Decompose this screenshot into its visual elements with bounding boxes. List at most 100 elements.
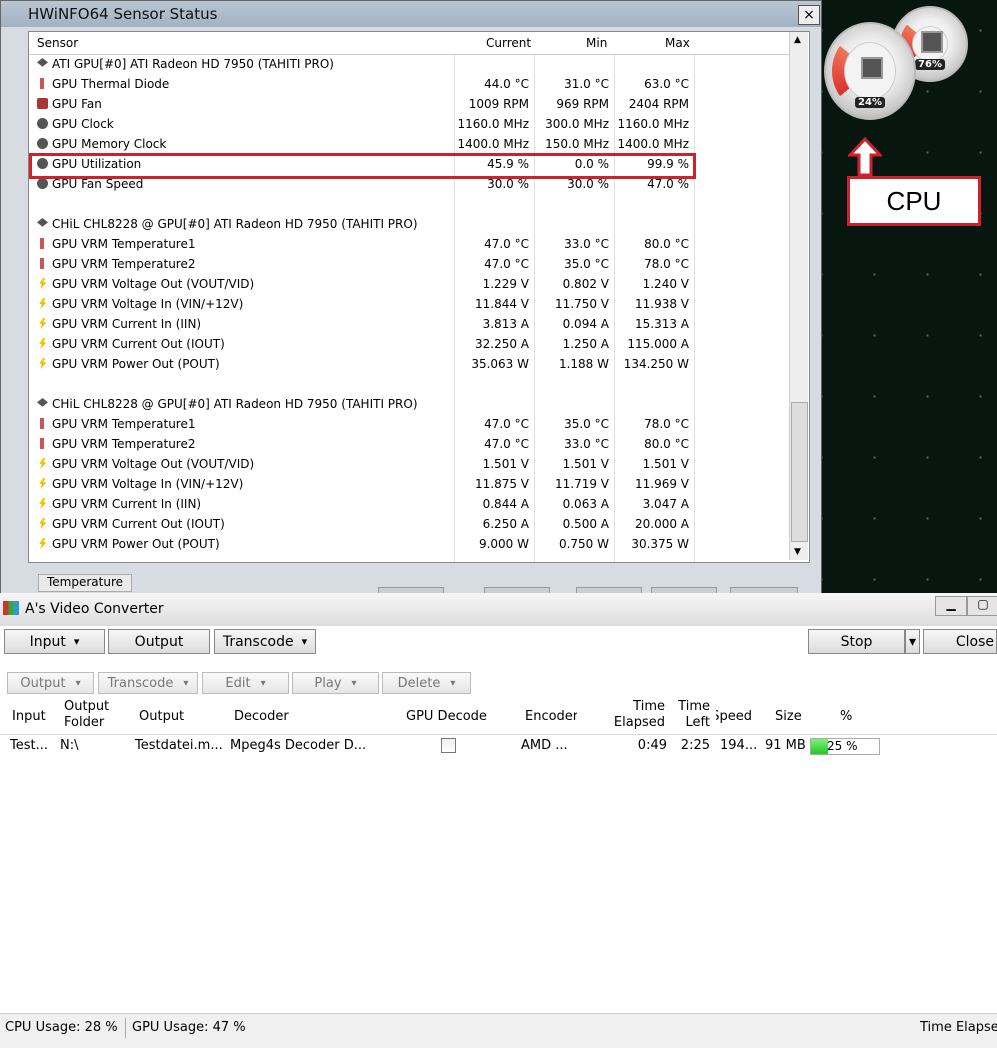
header-decoder[interactable]: Decoder [234, 709, 289, 725]
hwinfo-title: HWiNFO64 Sensor Status [28, 5, 218, 23]
cell-time-left: 2:25 [680, 738, 710, 753]
sensor-row[interactable]: GPU VRM Voltage Out (VOUT/VID) 1.229 V 0.8… [29, 274, 791, 294]
scroll-down-icon[interactable]: ▼ [794, 547, 801, 557]
column-header-current[interactable]: Current [486, 36, 531, 50]
sensor-row[interactable]: GPU VRM Power Out (POUT) 9.000 W 0.750 W 30… [29, 534, 791, 554]
sensor-row[interactable]: GPU VRM Current In (IIN) 0.844 A 0.063 A 3.… [29, 494, 791, 514]
sensor-max: 2404 RPM [628, 97, 689, 111]
header-input[interactable]: Input [12, 709, 46, 725]
sensor-min: 11.719 V [554, 477, 609, 491]
sensor-row[interactable]: GPU VRM Current Out (IOUT) 32.250 A 1.250 … [29, 334, 791, 354]
sub-output-button[interactable]: Output [7, 672, 94, 694]
sub-edit-button[interactable]: Edit [202, 672, 289, 694]
sensor-row[interactable]: GPU VRM Current In (IIN) 3.813 A 0.094 A 15… [29, 314, 791, 334]
sensor-row[interactable]: GPU VRM Temperature2 47.0 °C 35.0 °C 78.0 °… [29, 254, 791, 274]
header-percent[interactable]: % [840, 709, 852, 725]
gauge-icon [37, 178, 48, 189]
lightning-icon [39, 318, 47, 329]
output-button[interactable]: Output [108, 629, 210, 654]
sensor-current: 3.813 A [482, 317, 529, 331]
header-output-folder[interactable]: Output Folder [64, 699, 109, 731]
thermometer-icon [37, 238, 48, 249]
sensor-row[interactable]: GPU VRM Temperature2 47.0 °C 33.0 °C 80.0 °… [29, 434, 791, 454]
sensor-rows: ATI GPU[#0] ATI Radeon HD 7950 (TAHITI P… [29, 54, 791, 554]
sensor-row[interactable] [29, 374, 791, 394]
chip-icon [37, 58, 48, 67]
cell-encoder: AMD ... [521, 738, 568, 753]
chip-icon [37, 218, 48, 227]
sensor-min: 0.094 A [562, 317, 609, 331]
transcode-menu-button[interactable]: Transcode [214, 629, 316, 654]
sub-delete-label: Delete [397, 675, 441, 691]
header-gpu-decode[interactable]: GPU Decode [406, 709, 487, 725]
sub-transcode-button[interactable]: Transcode [98, 672, 198, 694]
input-menu-button[interactable]: Input [4, 629, 105, 654]
column-header-sensor[interactable]: Sensor [37, 36, 78, 50]
close-icon[interactable]: × [798, 5, 820, 25]
header-size[interactable]: Size [775, 709, 802, 725]
time-elapsed-status: Time Elapsed [920, 1020, 997, 1035]
sub-delete-button[interactable]: Delete [382, 672, 471, 694]
cell-time-elapsed: 0:49 [637, 738, 667, 753]
header-output[interactable]: Output [139, 709, 184, 725]
tab-temperature[interactable]: Temperature [38, 574, 133, 592]
gpu-decode-checkbox[interactable] [441, 738, 456, 753]
stop-dropdown-chevron-down-icon[interactable]: ▾ [905, 629, 920, 654]
converter-titlebar[interactable]: A's Video Converter ▁ ▢ [0, 593, 997, 626]
sensor-min: 11.750 V [554, 297, 609, 311]
sensor-max: 78.0 °C [644, 257, 689, 271]
header-speed[interactable]: Speed [716, 709, 752, 725]
scrollbar-thumb[interactable] [791, 402, 808, 542]
stop-button[interactable]: Stop [808, 629, 905, 654]
sensor-min: 30.0 % [567, 177, 609, 191]
header-time-elapsed[interactable]: Time Elapsed [612, 699, 665, 731]
sub-play-button[interactable]: Play [292, 672, 379, 694]
chip-icon [37, 398, 48, 407]
sensor-row[interactable]: GPU VRM Power Out (POUT) 35.063 W 1.188 W 1… [29, 354, 791, 374]
sensor-current: 0.844 A [482, 497, 529, 511]
cell-decoder: Mpeg4s Decoder D... [230, 738, 367, 753]
sensor-current: 47.0 °C [484, 437, 529, 451]
sensor-row[interactable]: GPU VRM Voltage In (VIN/+12V) 11.875 V 11.… [29, 474, 791, 494]
sub-output-label: Output [20, 675, 66, 691]
vertical-scrollbar[interactable]: ▲ ▼ [789, 32, 808, 560]
lightning-icon [39, 498, 47, 509]
sensor-row[interactable]: CHiL CHL8228 @ GPU[#0] ATI Radeon HD 795… [29, 214, 791, 234]
close-button[interactable]: Close [923, 629, 997, 654]
maximize-icon[interactable]: ▢ [967, 596, 997, 616]
sensor-row[interactable]: GPU VRM Voltage In (VIN/+12V) 11.844 V 11.… [29, 294, 791, 314]
scroll-up-icon[interactable]: ▲ [794, 35, 801, 45]
cpu-usage-status: CPU Usage: 28 % [5, 1020, 118, 1035]
minimize-icon[interactable]: ▁ [935, 596, 967, 616]
thermometer-icon [37, 258, 48, 269]
sensor-row[interactable]: GPU VRM Temperature1 47.0 °C 35.0 °C 78.0 °… [29, 414, 791, 434]
gauge-icon [37, 118, 48, 129]
sensor-min: 0.802 V [562, 277, 609, 291]
header-time-left[interactable]: Time Left [670, 699, 710, 731]
cpu-meter-gadget[interactable]: 76% 24% [822, 0, 997, 125]
hwinfo-titlebar[interactable]: HWiNFO64 Sensor Status × [1, 1, 821, 27]
header-encoder[interactable]: Encoder [525, 709, 577, 725]
sensor-row[interactable]: CHiL CHL8228 @ GPU[#0] ATI Radeon HD 795… [29, 394, 791, 414]
sensor-row[interactable]: GPU Memory Clock 1400.0 MHz 150.0 MHz 1400.… [29, 134, 791, 154]
lightning-icon [39, 298, 47, 309]
sensor-row[interactable]: GPU VRM Current Out (IOUT) 6.250 A 0.500 A… [29, 514, 791, 534]
sensor-table: Sensor Current Min Max ATI GPU[#0] ATI R… [28, 31, 810, 563]
sensor-name: GPU VRM Temperature1 [52, 417, 196, 431]
sensor-name: GPU VRM Current Out (IOUT) [52, 337, 225, 351]
sensor-current: 32.250 A [474, 337, 529, 351]
sensor-row[interactable]: GPU VRM Temperature1 47.0 °C 33.0 °C 80.0 °… [29, 234, 791, 254]
lightning-icon [39, 518, 47, 529]
sub-transcode-label: Transcode [107, 675, 174, 691]
sensor-row[interactable] [29, 194, 791, 214]
sub-edit-label: Edit [225, 675, 251, 691]
sensor-row[interactable]: GPU VRM Voltage Out (VOUT/VID) 1.501 V 1.5… [29, 454, 791, 474]
sensor-name: ATI GPU[#0] ATI Radeon HD 7950 (TAHITI P… [52, 57, 334, 71]
sensor-row[interactable]: GPU Clock 1160.0 MHz 300.0 MHz 1160.0 MHz [29, 114, 791, 134]
sensor-row[interactable]: GPU Fan 1009 RPM 969 RPM 2404 RPM [29, 94, 791, 114]
column-header-min[interactable]: Min [586, 36, 607, 50]
column-header-max[interactable]: Max [665, 36, 690, 50]
sensor-name: CHiL CHL8228 @ GPU[#0] ATI Radeon HD 795… [52, 217, 418, 231]
sensor-row[interactable]: GPU Thermal Diode 44.0 °C 31.0 °C 63.0 °C [29, 74, 791, 94]
sensor-row[interactable]: ATI GPU[#0] ATI Radeon HD 7950 (TAHITI P… [29, 54, 791, 74]
